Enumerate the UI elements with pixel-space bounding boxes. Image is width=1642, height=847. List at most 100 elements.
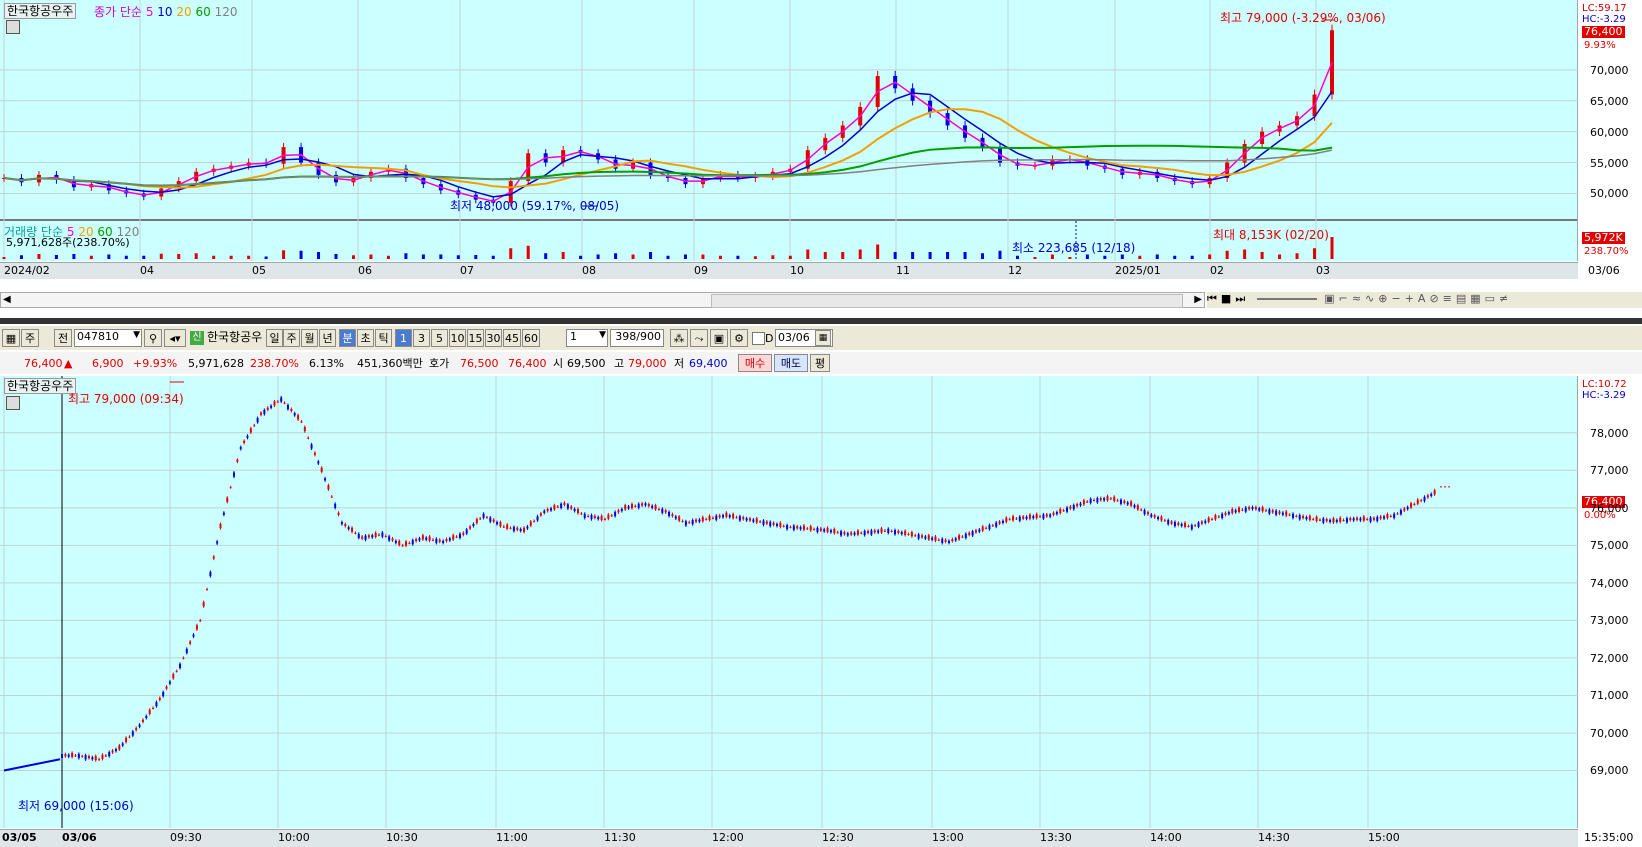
bottom-candle [617,510,620,513]
bottom-candle [1399,510,1402,515]
minute-10-button[interactable]: 10 [449,329,466,347]
sound-icon[interactable]: ◂▾ [164,329,186,347]
code-input[interactable]: 047810 [75,330,119,343]
count-select[interactable]: 1 ▼ [566,329,608,347]
search-icon[interactable]: ⚲ [144,329,162,347]
indicator-icon[interactable]: ⁂ [670,329,688,347]
scroll-left-arrow[interactable]: ◀ [3,294,11,305]
bottom-candle [1059,508,1062,514]
count-value[interactable]: 1 [567,330,577,343]
volume-bar [142,255,146,259]
bottom-candle [523,527,526,532]
quote-open: 69,500 [567,357,606,370]
first-icon[interactable]: ⏮ [1207,292,1221,305]
calendar-icon[interactable]: ▦ [815,330,831,346]
bottom-candle [998,521,1001,524]
scroll-right-arrow[interactable]: ▶ [1194,294,1202,305]
bottom-y-tick: 69,000 [1590,764,1629,778]
bottom-y-tick: 76,000 [1590,501,1629,515]
bottom-candle [496,522,499,525]
top-x-label: 07 [460,264,474,277]
bottom-candle [418,538,421,541]
gear-icon[interactable]: ⚙ [730,329,748,347]
timeframe-2-button[interactable]: 월 [301,329,318,347]
minute-1-button[interactable]: 1 [395,329,412,347]
bottom-candle [718,515,721,518]
bottom-candle [1227,512,1230,515]
volume-bar [963,252,967,259]
bottom-candle [1433,490,1436,495]
bottom-candle [860,532,863,534]
volume-bar [544,253,548,259]
bottom-candle [452,535,455,540]
play-icon[interactable]: ⏭ [1235,292,1249,305]
top-price-tag: 76,400 [1582,25,1625,38]
zoom-slider[interactable] [1256,298,1317,300]
quote-change: 6,900 [92,357,124,370]
bottom-candle [647,504,650,507]
prev-button[interactable]: 전 [54,329,72,347]
bottom-candle [1335,519,1338,522]
top-candle-chart [0,0,1578,261]
timeframe-5-button[interactable]: 초 [357,329,374,347]
bottom-candle [937,539,940,541]
volume-bar [386,255,390,259]
bottom-candle [684,521,687,526]
bottom-candle [118,745,121,750]
draw-icon[interactable]: ⤳ [690,329,708,347]
code-dropdown-icon[interactable]: ▼ [133,330,140,340]
volume-bar [718,255,722,259]
minute-3-button[interactable]: 3 [413,329,430,347]
volume-bar [351,255,355,259]
scroll-thumb[interactable] [711,294,1183,308]
playback-controls[interactable]: ⏮■⏭ ▣⌐≈∿⊕−+A⊘≡▤▦▭≠ [1207,292,1642,308]
date-marker: D [765,332,774,345]
bottom-candle [533,520,536,522]
bottom-candle [1238,507,1241,512]
buy-button[interactable]: 매수 [738,354,772,372]
volume-bar [1243,249,1247,259]
minute-45-button[interactable]: 45 [503,329,521,347]
top-x-label: 08 [582,264,596,277]
timeframe-3-button[interactable]: 년 [319,329,336,347]
top-x-label: 05 [252,264,266,277]
top-x-label: 2025/01 [1115,264,1161,277]
bottom-candle [1066,507,1069,512]
minute-30-button[interactable]: 30 [485,329,502,347]
volume-bar [1015,255,1019,259]
bottom-candle [1096,498,1099,503]
eval-button[interactable]: 평 [810,354,830,372]
code-input-wrap[interactable]: 047810 ▼ [74,329,142,347]
bottom-candle [637,503,640,508]
stop-icon[interactable]: ■ [1221,292,1235,305]
bottom-settings-icon[interactable] [6,396,20,410]
bottom-candle [421,535,424,540]
bottom-candle [1167,520,1170,525]
timeframe-1-button[interactable]: 주 [283,329,300,347]
save-icon[interactable]: ▣ [710,329,728,347]
bottom-candle [485,517,488,519]
bottom-candle [526,526,529,529]
top-y-tick: 65,000 [1590,94,1629,108]
period-select[interactable]: 주 [21,329,39,347]
minute-60-button[interactable]: 60 [522,329,540,347]
minute-5-button[interactable]: 5 [431,329,448,347]
bottom-candle [1410,503,1413,508]
sell-button[interactable]: 매도 [774,354,808,372]
horizontal-scrollbar[interactable]: ◀ ▶ [0,292,1205,308]
chart-tools-icons[interactable]: ▣⌐≈∿⊕−+A⊘≡▤▦▭≠ [1324,292,1512,305]
minute-15-button[interactable]: 15 [467,329,484,347]
count-dropdown-icon[interactable]: ▼ [599,330,606,340]
layout-icon[interactable]: ▦ [2,329,20,347]
bottom-candle [1285,511,1288,516]
chart-settings-icon[interactable] [6,20,20,34]
date-checkbox[interactable] [752,332,765,345]
bottom-candle [546,509,549,512]
timeframe-6-button[interactable]: 틱 [375,329,392,347]
prev-day-line [3,758,61,772]
ma20-label: 20 [176,5,192,19]
timeframe-4-button[interactable]: 분 [339,329,356,347]
timeframe-0-button[interactable]: 일 [266,329,283,347]
volume-bar [1173,255,1177,259]
bottom-candle [293,413,296,416]
